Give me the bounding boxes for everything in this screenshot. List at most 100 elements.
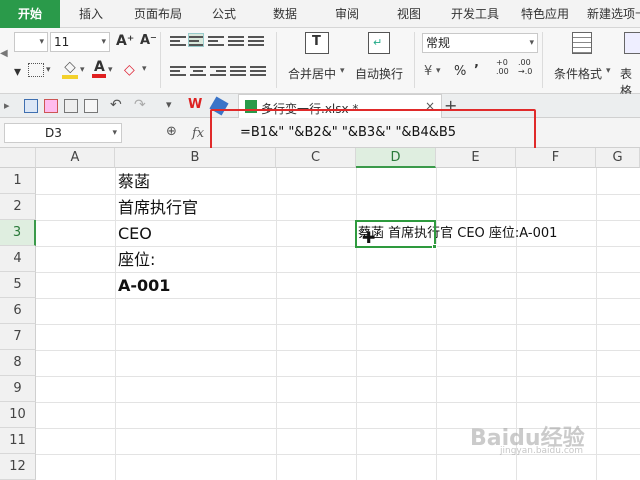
column-header[interactable]: E — [436, 148, 516, 168]
quick-access-more-icon[interactable]: ▾ — [166, 98, 180, 112]
number-format-value: 常规 — [426, 36, 451, 50]
distributed-icon[interactable] — [250, 64, 266, 78]
merge-center-button[interactable]: 合并居中 — [288, 65, 336, 82]
align-bottom-icon[interactable] — [208, 34, 224, 48]
border-icon[interactable] — [28, 63, 44, 77]
align-center-icon[interactable] — [190, 64, 206, 78]
wrap-text-icon[interactable]: ↵ — [368, 32, 390, 54]
conditional-format-icon[interactable] — [572, 32, 592, 54]
tab-data[interactable]: 数据 — [256, 0, 314, 28]
decrease-decimal-icon[interactable]: .00 →.0 — [518, 58, 532, 76]
cell-b3[interactable]: CEO — [115, 221, 152, 247]
merge-center-icon[interactable]: T — [305, 32, 329, 54]
print-icon[interactable] — [64, 99, 78, 113]
ribbon-tab-bar: 开始 插入 页面布局 公式 数据 审阅 视图 开发工具 特色应用 新建选项卡 — [0, 0, 640, 28]
cell-b4[interactable]: 座位: — [115, 247, 155, 273]
cell-b1[interactable]: 蔡菡 — [115, 169, 150, 195]
font-color-dropdown-icon[interactable]: ▾ — [108, 65, 113, 75]
column-header[interactable]: A — [36, 148, 115, 168]
align-left-icon[interactable] — [170, 64, 186, 78]
text-direction-icon[interactable] — [228, 34, 244, 48]
ribbon-separator — [276, 32, 277, 88]
redo-icon[interactable]: ↷ — [134, 97, 148, 113]
tab-special[interactable]: 特色应用 — [512, 0, 578, 28]
row-header[interactable]: 12 — [0, 454, 36, 480]
fill-color-dropdown-icon[interactable]: ▾ — [80, 65, 85, 75]
row-header[interactable]: 2 — [0, 194, 36, 220]
tab-review[interactable]: 审阅 — [318, 0, 376, 28]
tab-formulas[interactable]: 公式 — [196, 0, 252, 28]
align-right-icon[interactable] — [210, 64, 226, 78]
save-icon[interactable] — [24, 99, 38, 113]
tab-developer[interactable]: 开发工具 — [442, 0, 508, 28]
ribbon-toolbar: ◀ ▾ 11 ▾ A⁺ A⁻ ▾ ▾ ▾ A ▾ ◇ ▾ T 合并居中 ▾ ↵ … — [0, 28, 640, 98]
select-all-corner[interactable] — [0, 148, 36, 168]
wrap-text-button[interactable]: 自动换行 — [355, 65, 403, 82]
watermark-url: jingyan.baidu.com — [500, 446, 584, 456]
tab-view[interactable]: 视图 — [380, 0, 438, 28]
row-header[interactable]: 5 — [0, 272, 36, 298]
row-header[interactable]: 4 — [0, 246, 36, 272]
menu-handle-icon[interactable]: ▸ — [4, 99, 18, 113]
row-header[interactable]: 7 — [0, 324, 36, 350]
row-header[interactable]: 11 — [0, 428, 36, 454]
print-preview-icon[interactable] — [84, 99, 98, 113]
undo-icon[interactable]: ↶ — [110, 97, 124, 113]
ribbon-separator — [414, 32, 415, 88]
tab-page-layout[interactable]: 页面布局 — [124, 0, 192, 28]
align-middle-icon[interactable] — [188, 33, 204, 47]
row-header[interactable]: 8 — [0, 350, 36, 376]
font-grow-icon[interactable]: A⁺ — [116, 33, 134, 49]
font-family-combo[interactable]: ▾ — [14, 32, 48, 52]
tab-insert[interactable]: 插入 — [62, 0, 120, 28]
indent-icon[interactable] — [248, 34, 264, 48]
border-dropdown-icon[interactable]: ▾ — [46, 65, 51, 75]
special-chars-dropdown-icon[interactable]: ▾ — [142, 64, 147, 74]
column-header[interactable]: G — [596, 148, 640, 168]
font-shrink-icon[interactable]: A⁻ — [140, 33, 157, 48]
column-header-selected[interactable]: D — [356, 148, 436, 168]
number-format-combo[interactable]: 常规 ▾ — [422, 33, 538, 53]
ribbon-separator — [542, 32, 543, 88]
name-box[interactable]: D3 ▾ — [4, 123, 122, 143]
tab-new[interactable]: 新建选项卡 — [582, 0, 640, 28]
font-style-dropdown-icon[interactable]: ▾ — [14, 64, 21, 80]
conditional-format-button[interactable]: 条件格式 — [554, 65, 602, 82]
increase-decimal-icon[interactable]: +0.00 — [496, 58, 509, 76]
fx-icon[interactable]: fx — [192, 126, 204, 141]
row-header-selected[interactable]: 3 — [0, 220, 36, 246]
wps-logo-icon[interactable]: W — [188, 97, 202, 112]
table-style-icon[interactable] — [624, 32, 640, 54]
font-size-combo[interactable]: 11 ▾ — [50, 32, 110, 52]
row-header[interactable]: 1 — [0, 168, 36, 194]
percent-icon[interactable]: % — [454, 64, 466, 79]
row-header[interactable]: 10 — [0, 402, 36, 428]
new-tab-icon[interactable]: + — [444, 96, 458, 115]
gridline — [36, 402, 640, 403]
special-chars-icon[interactable]: ◇ — [124, 62, 135, 78]
cell-b5[interactable]: A-001 — [115, 273, 170, 299]
column-header[interactable]: F — [516, 148, 596, 168]
currency-dropdown-icon[interactable]: ▾ — [436, 66, 441, 76]
output-pdf-icon[interactable] — [44, 99, 58, 113]
column-header[interactable]: C — [276, 148, 356, 168]
ribbon-scroll-left-icon[interactable]: ◀ — [0, 48, 8, 59]
currency-icon[interactable]: ¥ — [424, 64, 432, 79]
cell-b2[interactable]: 首席执行官 — [115, 195, 198, 221]
gridline — [36, 376, 640, 377]
spreadsheet-window: 开始 插入 页面布局 公式 数据 审阅 视图 开发工具 特色应用 新建选项卡 ◀… — [0, 0, 640, 480]
merge-center-dropdown-icon[interactable]: ▾ — [340, 66, 345, 76]
conditional-format-dropdown-icon[interactable]: ▾ — [606, 66, 611, 76]
column-header[interactable]: B — [115, 148, 276, 168]
fill-handle[interactable] — [432, 244, 437, 249]
fill-color-icon[interactable] — [62, 61, 78, 79]
comma-style-icon[interactable]: ’ — [474, 63, 479, 78]
row-header[interactable]: 9 — [0, 376, 36, 402]
align-top-icon[interactable] — [170, 34, 186, 48]
row-header[interactable]: 6 — [0, 298, 36, 324]
font-color-icon[interactable]: A — [92, 59, 106, 78]
tab-home[interactable]: 开始 — [0, 0, 60, 28]
zoom-search-icon[interactable]: ⊕ — [166, 124, 177, 139]
cell-cursor-icon: ✚ — [362, 228, 376, 247]
justify-icon[interactable] — [230, 64, 246, 78]
